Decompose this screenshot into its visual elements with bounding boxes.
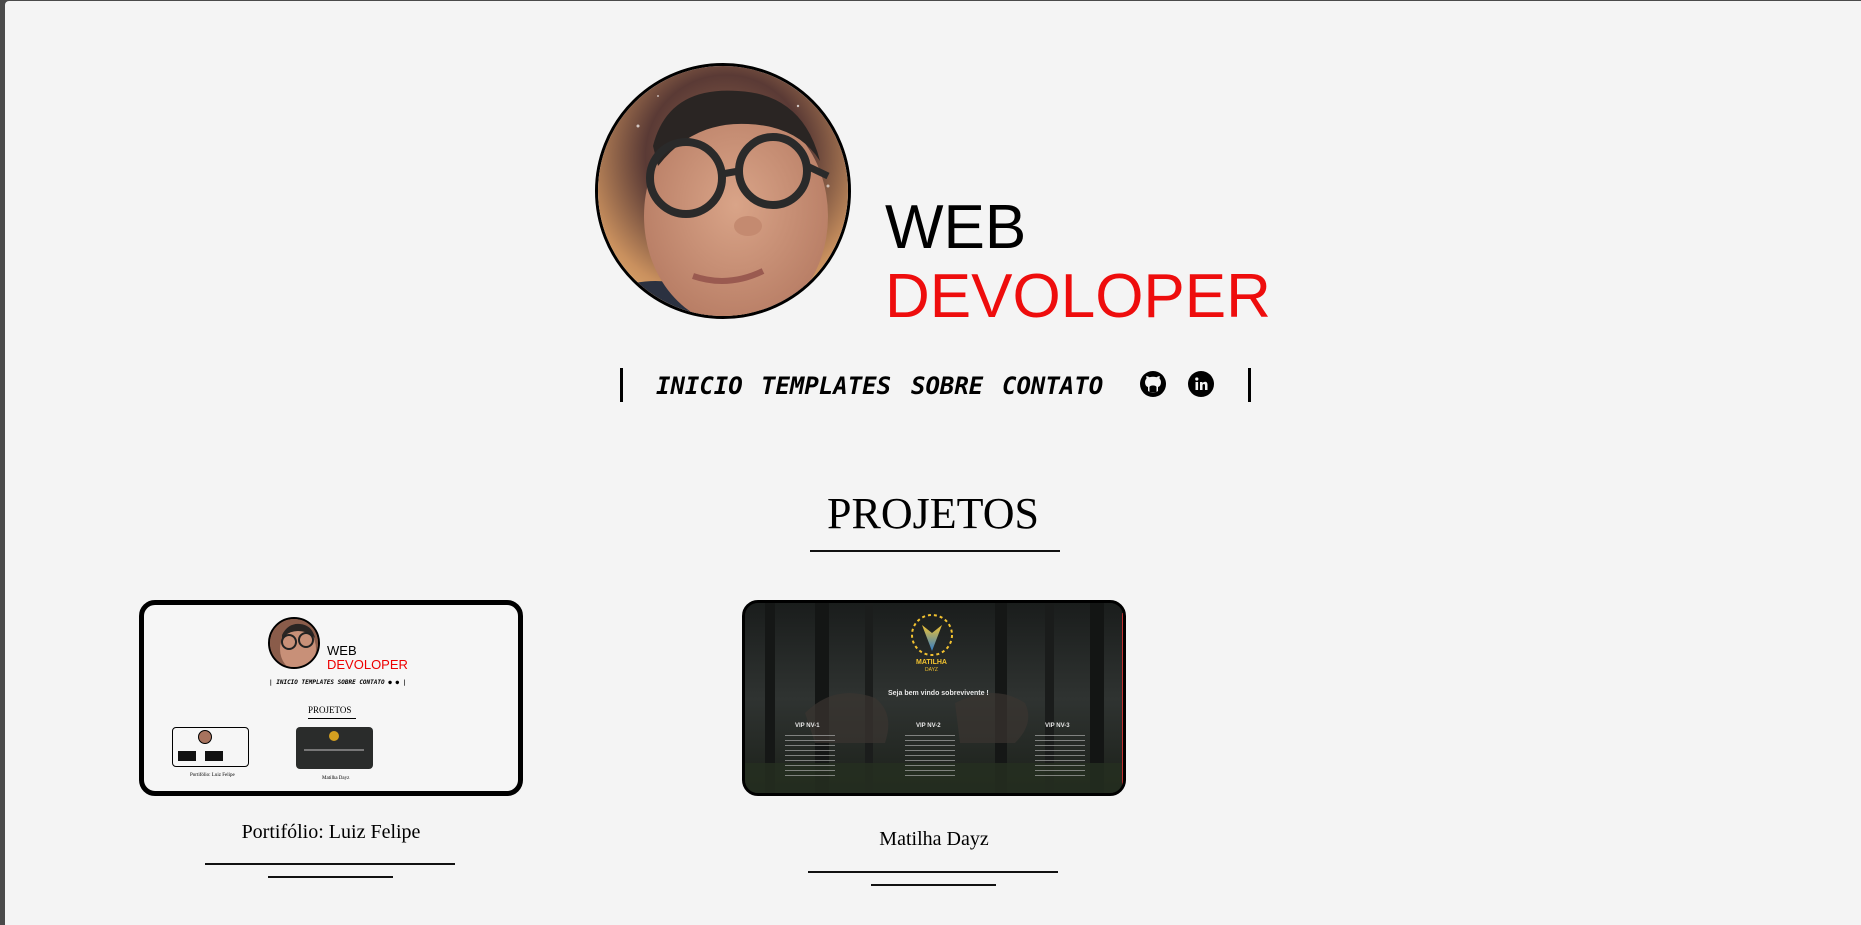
nav-contato[interactable]: CONTATO: [1002, 372, 1103, 400]
preview-title-web: WEB: [327, 643, 357, 658]
preview-caption-1: Portifólio: Luiz Felipe: [190, 773, 235, 778]
preview-title-developer: DEVOLOPER: [327, 657, 408, 672]
preview-heading-underline: [308, 718, 356, 719]
profile-avatar: [595, 63, 851, 319]
matilha-vip3: VIP NV-3: [1045, 723, 1070, 729]
project-rule-matilha-2: [871, 884, 996, 886]
nav-inicio[interactable]: INICIO: [656, 372, 743, 400]
linkedin-icon[interactable]: [1188, 371, 1214, 397]
preview-card-1: [172, 727, 249, 767]
title-developer: DEVOLOPER: [885, 262, 1271, 331]
project-rule-portfolio-2: [268, 876, 393, 878]
project-caption-matilha[interactable]: Matilha Dayz: [742, 827, 1126, 851]
preview-avatar: [268, 617, 320, 669]
matilha-vip2-details: [905, 735, 955, 777]
matilha-vip1: VIP NV-1: [795, 723, 820, 729]
matilha-welcome: Seja bem vindo sobrevivente !: [888, 690, 989, 697]
project-rule-matilha-1: [808, 871, 1058, 873]
preview-nav: | INICIO TEMPLATES SOBRE CONTATO ● ● |: [269, 679, 407, 686]
github-icon[interactable]: [1140, 371, 1166, 397]
preview-card-2: [296, 727, 373, 769]
nav-templates[interactable]: TEMPLATES: [761, 372, 891, 400]
title-web: WEB: [885, 193, 1027, 262]
preview-caption-2: Matilha Dayz: [322, 776, 350, 781]
matilha-vip2: VIP NV-2: [916, 723, 941, 729]
nav-sobre[interactable]: SOBRE: [911, 372, 983, 400]
preview-nav-items: INICIO TEMPLATES SOBRE CONTATO: [276, 679, 385, 686]
project-caption-portfolio[interactable]: Portifólio: Luiz Felipe: [139, 820, 523, 844]
nav-divider-left: [620, 368, 623, 402]
matilha-vip3-details: [1035, 735, 1085, 777]
project-card-portfolio[interactable]: WEB DEVOLOPER | INICIO TEMPLATES SOBRE C…: [139, 600, 523, 796]
nav-divider-right: [1248, 368, 1251, 402]
projects-underline: [810, 550, 1060, 552]
matilha-vip1-details: [785, 735, 835, 777]
matilha-logo-text: MATILHA: [916, 659, 947, 666]
projects-heading: PROJETOS: [827, 489, 1039, 538]
preview-heading: PROJETOS: [308, 705, 352, 715]
project-card-matilha[interactable]: MATILHA DAYZ Seja bem vindo sobrevivente…: [742, 600, 1126, 796]
matilha-logo-sub: DAYZ: [925, 667, 938, 673]
project-rule-portfolio-1: [205, 863, 455, 865]
